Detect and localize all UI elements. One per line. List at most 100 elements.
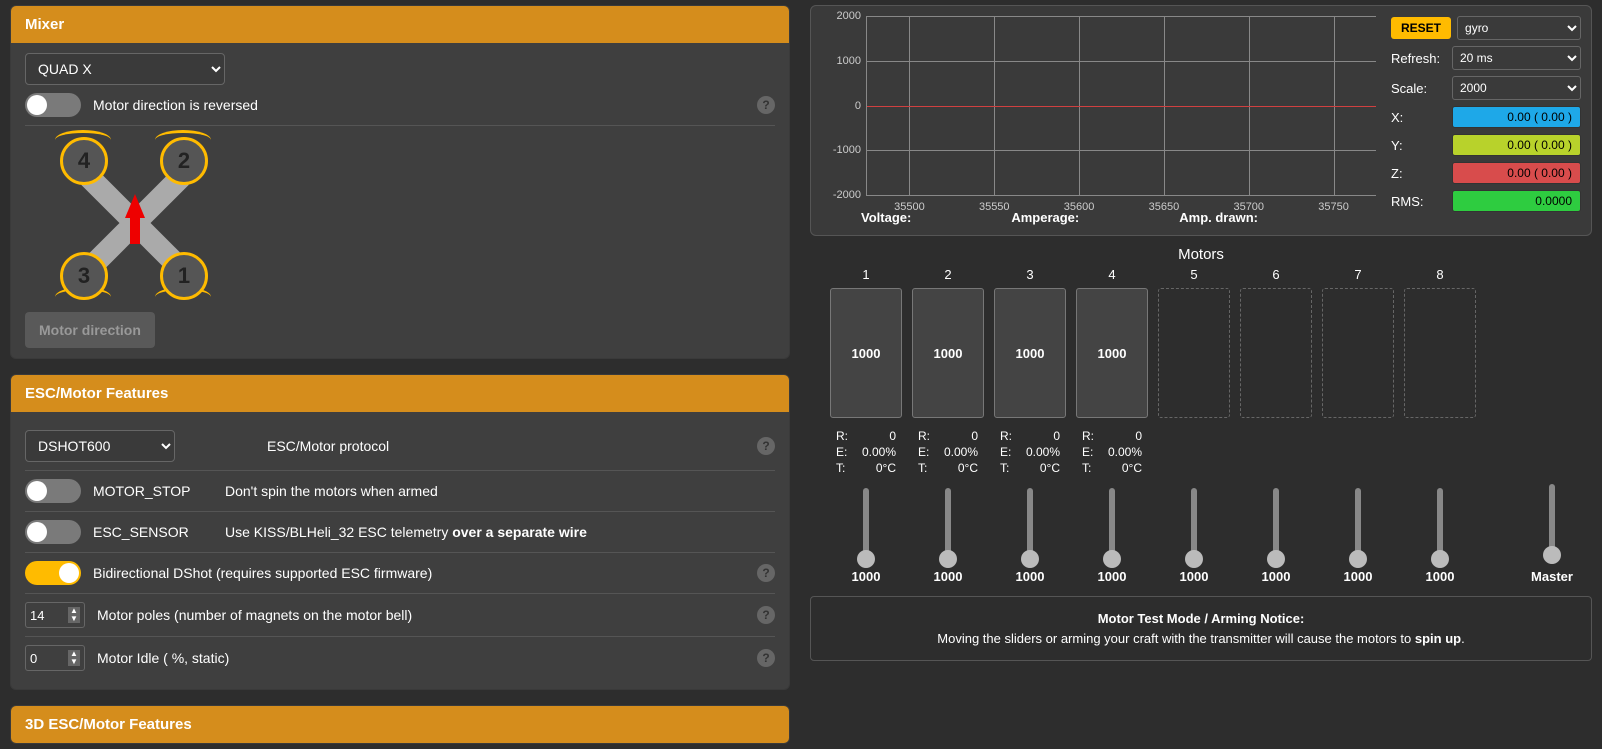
chart-ytick: 1000 [823,55,861,67]
slider-value: 1000 [1098,569,1127,584]
help-icon[interactable]: ? [757,96,775,114]
motor-bar [1404,288,1476,418]
motor-telemetry: R:0E:0.00%T:0°C [1076,428,1148,476]
slider-value: 1000 [1262,569,1291,584]
motor-bar [1158,288,1230,418]
motor-4-icon: 4 [60,137,108,185]
motor-col: 7 [1322,267,1394,476]
help-icon[interactable]: ? [757,564,775,582]
motor-slider[interactable]: 1000 [1322,488,1394,584]
motor-bar: 1000 [1076,288,1148,418]
slider-value: 1000 [934,569,963,584]
motor-slider[interactable]: 1000 [912,488,984,584]
slider-value: 1000 [1180,569,1209,584]
rms-label: RMS: [1391,194,1446,209]
motor-bar: 1000 [830,288,902,418]
chart-xtick: 35500 [894,201,925,213]
stepper-down-icon[interactable]: ▼ [68,658,80,666]
motor-col: 4 1000 R:0E:0.00%T:0°C [1076,267,1148,476]
esc-panel: ESC/Motor Features DSHOT600 ESC/Motor pr… [10,374,790,690]
motor-reversed-toggle[interactable] [25,93,81,117]
motor-telemetry: R:0E:0.00%T:0°C [994,428,1066,476]
mixer-diagram: 4 2 3 1 [25,132,245,312]
motor-col: 2 1000 R:0E:0.00%T:0°C [912,267,984,476]
help-icon[interactable]: ? [757,437,775,455]
motor-number: 5 [1158,267,1230,282]
motor-slider[interactable]: 1000 [994,488,1066,584]
motor-slider[interactable]: 1000 [1158,488,1230,584]
master-label: Master [1531,569,1573,584]
scale-select[interactable]: 2000 [1452,76,1581,100]
esc-sensor-desc: Use KISS/BLHeli_32 ESC telemetry over a … [225,524,775,540]
motor-1-icon: 1 [160,252,208,300]
motor-number: 3 [994,267,1066,282]
reset-button[interactable]: RESET [1391,17,1451,39]
scale-label: Scale: [1391,81,1446,96]
esc-sensor-label: ESC_SENSOR [93,524,213,540]
refresh-select[interactable]: 20 ms [1452,46,1581,70]
help-icon[interactable]: ? [757,606,775,624]
chart-xtick: 35700 [1233,201,1264,213]
stepper-down-icon[interactable]: ▼ [68,615,80,623]
mixer-panel: Mixer QUAD X Motor direction is reversed… [10,5,790,359]
motor-stop-label: MOTOR_STOP [93,483,213,499]
motor-3-icon: 3 [60,252,108,300]
chart-xtick: 35650 [1149,201,1180,213]
motor-telemetry: R:0E:0.00%T:0°C [912,428,984,476]
motor-number: 1 [830,267,902,282]
motor-slider[interactable]: 1000 [1240,488,1312,584]
chart-ytick: 2000 [823,10,861,22]
sensor-chart: 200010000-1000-2000355003555035600356503… [866,16,1376,196]
motor-slider[interactable]: 1000 [830,488,902,584]
mixer-type-select[interactable]: QUAD X [25,53,225,85]
sensor-source-select[interactable]: gyro [1457,16,1581,40]
motor-reversed-label: Motor direction is reversed [93,97,775,113]
refresh-label: Refresh: [1391,51,1446,66]
bidir-dshot-desc: Bidirectional DShot (requires supported … [93,565,775,581]
slider-value: 1000 [1344,569,1373,584]
esc-protocol-label: ESC/Motor protocol [267,438,775,454]
master-slider[interactable]: Master [1516,484,1588,584]
motor-bar [1240,288,1312,418]
mixer-header: Mixer [11,6,789,43]
motor-idle-input[interactable]: ▲▼ [25,645,85,671]
slider-value: 1000 [1016,569,1045,584]
motor-number: 4 [1076,267,1148,282]
motor-number: 2 [912,267,984,282]
bidir-dshot-toggle[interactable] [25,561,81,585]
motor-poles-input[interactable]: ▲▼ [25,602,85,628]
motor-2-icon: 2 [160,137,208,185]
motor-col: 8 [1404,267,1476,476]
motor-test-notice: Motor Test Mode / Arming Notice: Moving … [810,596,1592,661]
esc-protocol-select[interactable]: DSHOT600 [25,430,175,462]
x-label: X: [1391,110,1446,125]
chart-ytick: -1000 [823,144,861,156]
motor-number: 7 [1322,267,1394,282]
chart-ytick: -2000 [823,189,861,201]
motor-number: 6 [1240,267,1312,282]
motor-bar: 1000 [912,288,984,418]
y-label: Y: [1391,138,1446,153]
slider-value: 1000 [1426,569,1455,584]
chart-xtick: 35750 [1318,201,1349,213]
esc-header: ESC/Motor Features [11,375,789,412]
motor-col: 5 [1158,267,1230,476]
motor-telemetry: R:0E:0.00%T:0°C [830,428,902,476]
motor-stop-toggle[interactable] [25,479,81,503]
motors-title: Motors [810,246,1592,263]
motor-slider[interactable]: 1000 [1076,488,1148,584]
help-icon[interactable]: ? [757,649,775,667]
motor-idle-desc: Motor Idle ( %, static) [97,650,775,666]
chart-xtick: 35550 [979,201,1010,213]
z-value: 0.00 ( 0.00 ) [1452,162,1581,184]
motor-poles-desc: Motor poles (number of magnets on the mo… [97,607,775,623]
chart-xtick: 35600 [1064,201,1095,213]
motor-slider[interactable]: 1000 [1404,488,1476,584]
sensor-box: 2000 1000 0 -1000 -2000 35500 35550 35600 35650 3… [810,5,1592,236]
motor-col: 1 1000 R:0E:0.00%T:0°C [830,267,902,476]
esc-sensor-toggle[interactable] [25,520,81,544]
motor-bar [1322,288,1394,418]
motor-direction-button[interactable]: Motor direction [25,312,155,348]
motor-col: 6 [1240,267,1312,476]
chart-ytick: 0 [823,100,861,112]
